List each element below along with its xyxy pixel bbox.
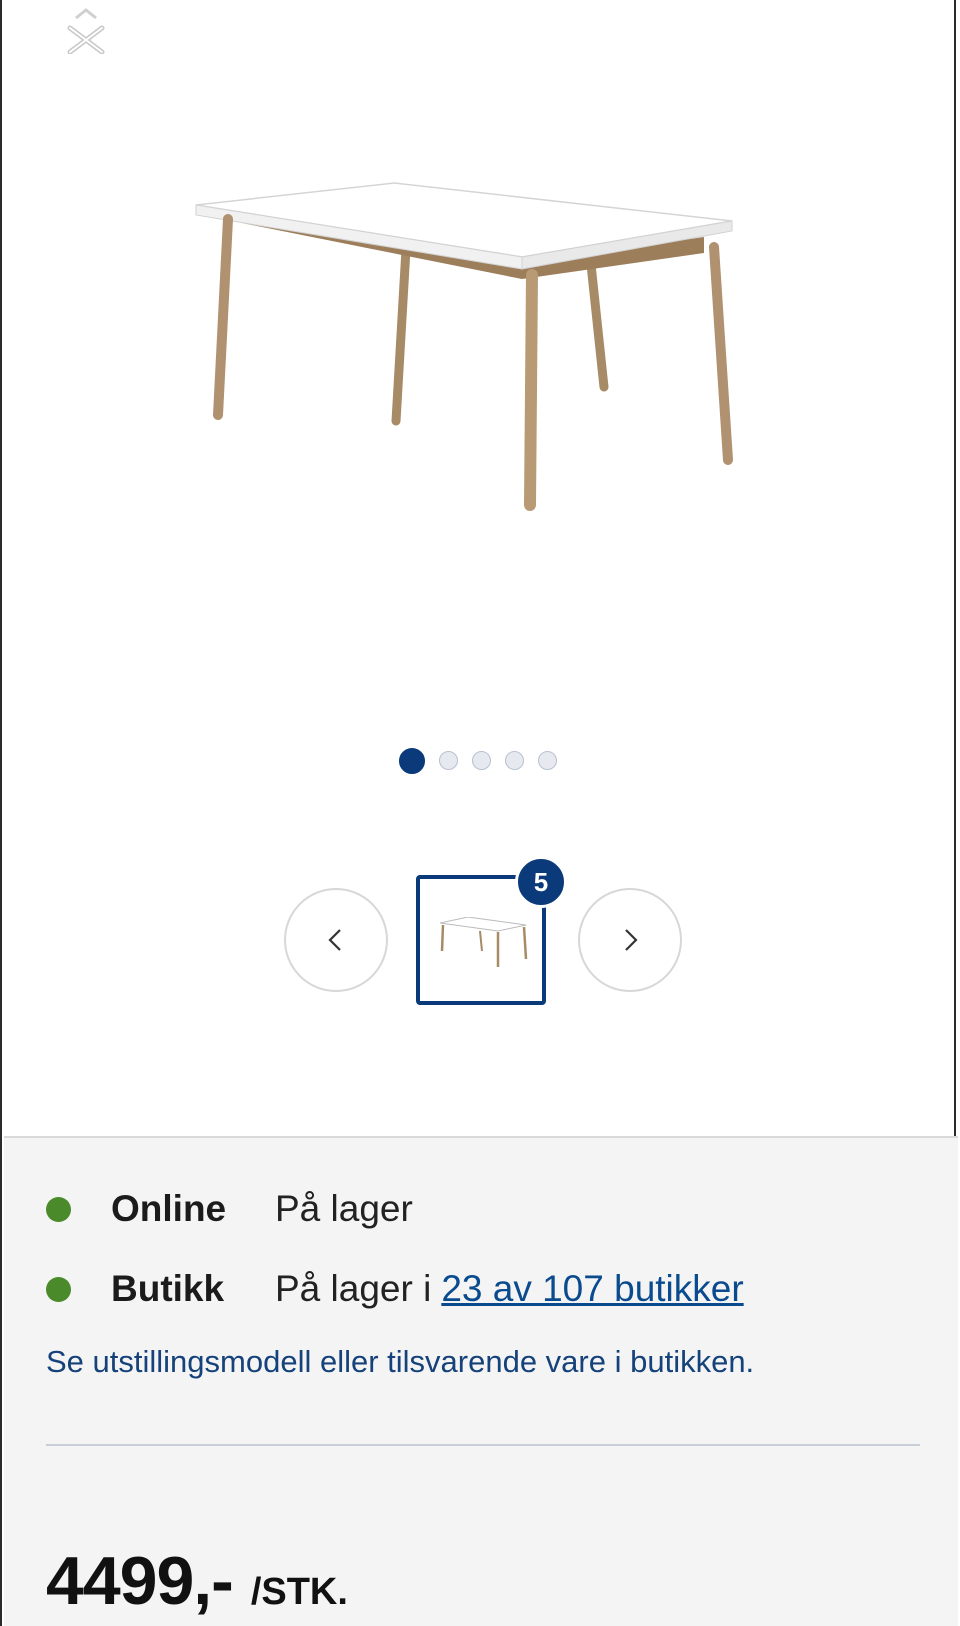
chevron-left-icon (328, 929, 341, 951)
availability-section: Online På lager Butikk På lager i 23 av … (4, 1136, 958, 1626)
image-count-badge: 5 (515, 856, 567, 908)
divider (46, 1444, 920, 1446)
pagination-dot[interactable] (439, 751, 458, 770)
pagination-dot[interactable] (505, 751, 524, 770)
next-image-button[interactable] (578, 888, 682, 992)
price-amount: 4499,- (46, 1543, 234, 1619)
store-label: Butikk (111, 1268, 225, 1309)
close-icon[interactable] (64, 8, 108, 55)
online-label: Online (111, 1188, 227, 1229)
product-image-table[interactable] (192, 175, 762, 535)
price-unit: /STK. (250, 1571, 348, 1613)
product-page: 5 Online På lager Butikk På lager i 23 a… (0, 0, 958, 1626)
pagination-dot[interactable] (538, 751, 557, 770)
store-availability: Butikk På lager i 23 av 107 butikker (46, 1268, 744, 1310)
gallery-pagination (0, 748, 958, 774)
pagination-dot[interactable] (472, 751, 491, 770)
online-status: På lager (275, 1188, 413, 1229)
price: 4499,- /STK. (46, 1542, 348, 1620)
table-thumbnail-icon (439, 917, 528, 967)
in-stock-icon (46, 1276, 71, 1302)
showroom-note: Se utstillingsmodell eller tilsvarende v… (46, 1344, 755, 1379)
previous-image-button[interactable] (284, 888, 388, 992)
pagination-dot[interactable] (399, 748, 425, 774)
online-availability: Online På lager (46, 1188, 413, 1230)
chevron-right-icon (625, 929, 638, 951)
in-stock-icon (46, 1196, 71, 1222)
store-status: På lager i (275, 1268, 432, 1309)
store-count-link[interactable]: 23 av 107 butikker (441, 1268, 743, 1310)
